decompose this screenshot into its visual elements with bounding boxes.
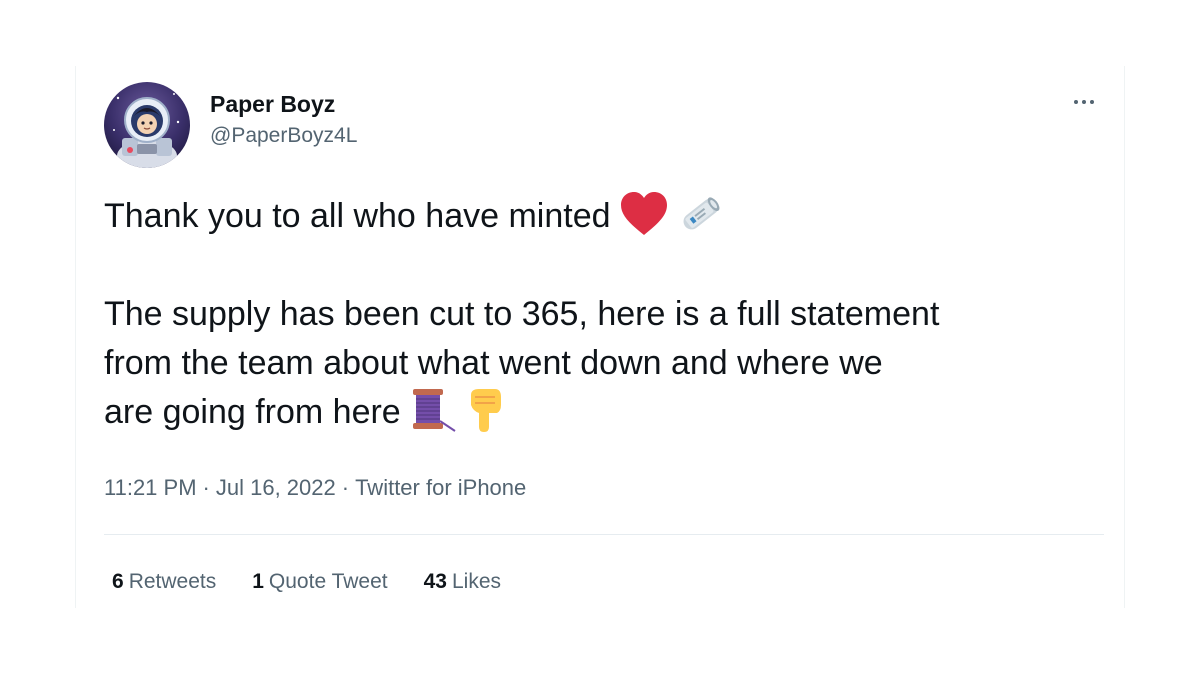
tweet-text: Thank you to all who have minted The sup… <box>104 192 1114 437</box>
tweet-stats: 6 Retweets 1 Quote Tweet 43 Likes <box>112 568 501 596</box>
likes-stat[interactable]: 43 Likes <box>424 568 501 596</box>
tweet-card: Paper Boyz @PaperBoyz4L Thank you to all… <box>75 66 1125 608</box>
quote-tweets-label: Quote Tweet <box>268 570 388 593</box>
tweet-time[interactable]: 11:21 PM <box>104 475 197 500</box>
more-options-button[interactable] <box>1066 92 1102 112</box>
user-handle[interactable]: @PaperBoyz4L <box>210 122 357 150</box>
more-options-icon <box>1074 100 1078 104</box>
tweet-meta: 11:21 PM · Jul 16, 2022 · Twitter for iPhone <box>104 474 526 502</box>
likes-count: 43 <box>423 570 447 593</box>
meta-separator: · <box>202 475 210 500</box>
user-info: Paper Boyz @PaperBoyz4L <box>210 90 357 150</box>
more-options-icon-dot <box>1090 100 1094 104</box>
more-options-icon-dot <box>1082 100 1086 104</box>
retweets-stat[interactable]: 6 Retweets <box>112 568 216 596</box>
tweet-line-5: are going from here <box>104 388 1114 437</box>
tweet-line-4: from the team about what went down and w… <box>104 344 883 382</box>
display-name[interactable]: Paper Boyz <box>210 90 357 118</box>
astronaut-avatar-icon <box>104 82 190 168</box>
tweet-source[interactable]: Twitter for iPhone <box>355 475 526 500</box>
red-heart-icon <box>619 191 669 237</box>
meta-separator: · <box>341 475 350 500</box>
divider <box>104 534 1104 535</box>
tweet-line-5-text: are going from here <box>104 393 401 431</box>
avatar[interactable] <box>104 82 190 168</box>
thread-spool-icon <box>409 387 457 433</box>
tweet-date[interactable]: Jul 16, 2022 <box>216 475 336 500</box>
quote-tweets-count: 1 <box>252 570 264 593</box>
likes-label: Likes <box>451 570 502 593</box>
retweets-label: Retweets <box>128 570 217 593</box>
retweets-count: 6 <box>112 570 124 593</box>
tweet-line-3: The supply has been cut to 365, here is … <box>104 295 940 333</box>
rolled-newspaper-icon <box>677 192 725 236</box>
pointing-down-icon <box>465 387 505 433</box>
tweet-line-1: Thank you to all who have minted <box>104 192 1114 241</box>
quote-tweets-stat[interactable]: 1 Quote Tweet <box>252 568 387 596</box>
tweet-line-1-text: Thank you to all who have minted <box>104 197 611 235</box>
